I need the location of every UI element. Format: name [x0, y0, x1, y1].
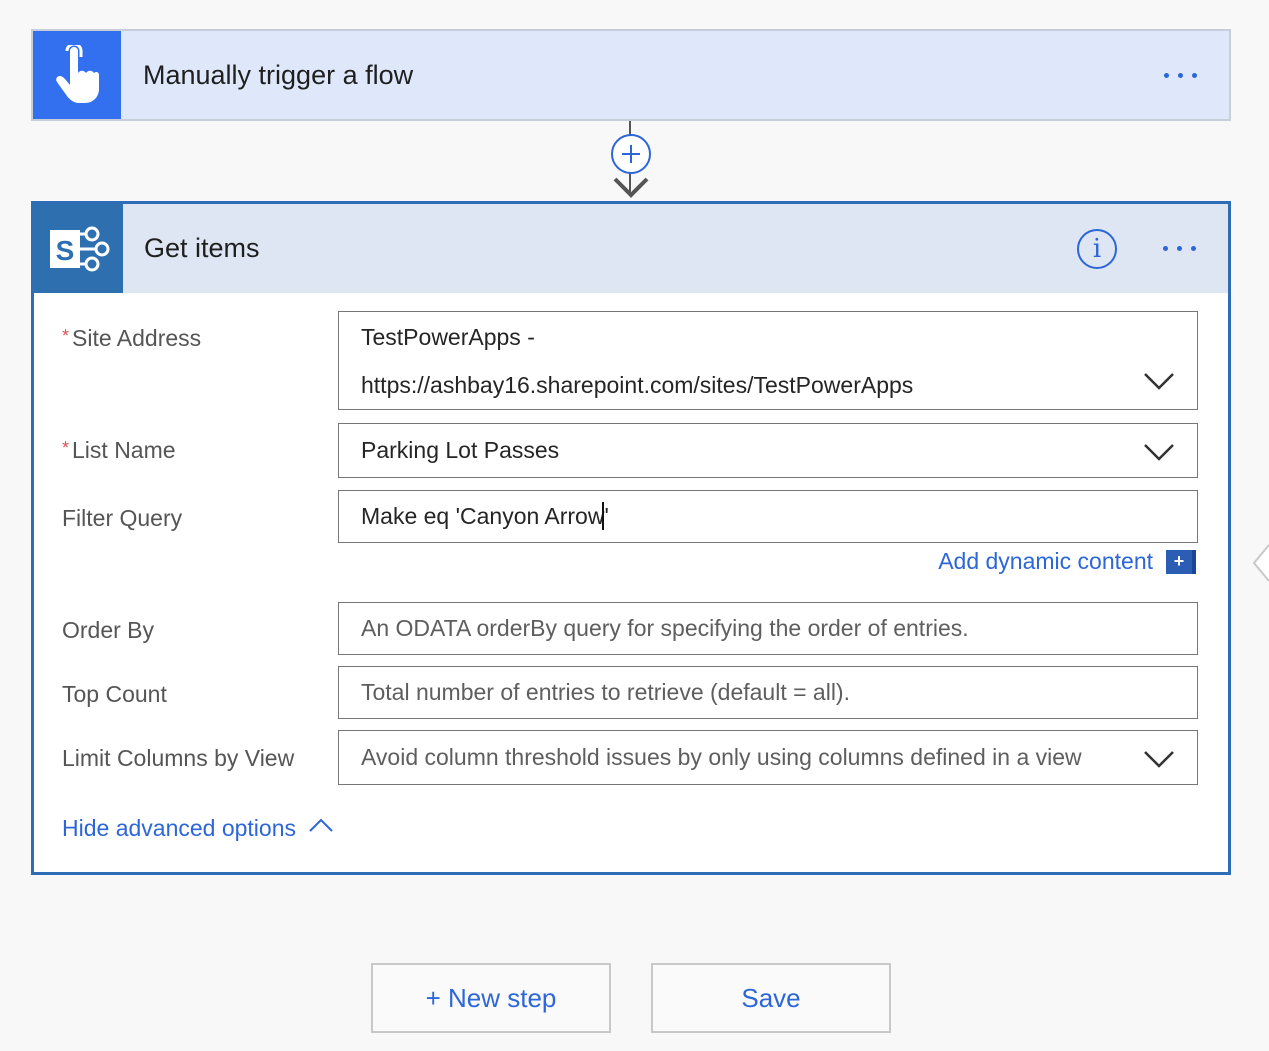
order-by-label: Order By: [62, 617, 155, 643]
site-address-dropdown[interactable]: TestPowerApps - https://ashbay16.sharepo…: [338, 311, 1198, 410]
site-address-value-line2: https://ashbay16.sharepoint.com/sites/Te…: [361, 372, 914, 398]
side-panel-toggle-icon[interactable]: [1252, 543, 1269, 583]
hide-advanced-options-label: Hide advanced options: [62, 815, 296, 841]
top-count-placeholder: Total number of entries to retrieve (def…: [361, 679, 850, 705]
order-by-placeholder: An ODATA orderBy query for specifying th…: [361, 615, 969, 641]
limit-columns-label: Limit Columns by View: [62, 745, 295, 771]
chevron-up-icon: [309, 818, 333, 832]
list-name-dropdown[interactable]: Parking Lot Passes: [338, 423, 1198, 478]
top-count-input[interactable]: Total number of entries to retrieve (def…: [338, 666, 1198, 719]
add-dynamic-content-link[interactable]: Add dynamic content +: [938, 548, 1196, 575]
trigger-title: Manually trigger a flow: [143, 59, 414, 90]
site-address-value-line1: TestPowerApps -: [361, 324, 535, 350]
get-items-card[interactable]: S Get items i * Site Address TestPowerApp…: [31, 201, 1231, 875]
site-address-label: * Site Address: [62, 325, 202, 351]
add-dynamic-content-label: Add dynamic content: [938, 548, 1153, 574]
new-step-button[interactable]: + New step: [371, 963, 611, 1033]
list-name-label: * List Name: [62, 437, 176, 463]
chevron-down-icon[interactable]: [1143, 443, 1175, 461]
touch-hand-icon: [33, 31, 121, 119]
action-header[interactable]: S Get items i: [34, 204, 1228, 293]
insert-step-button[interactable]: [611, 134, 651, 174]
filter-query-value: Make eq 'Canyon Arrow: [361, 503, 605, 529]
hide-advanced-options-link[interactable]: Hide advanced options: [62, 815, 334, 842]
action-more-options-icon[interactable]: [1157, 240, 1202, 257]
trigger-more-options-icon[interactable]: [1158, 67, 1203, 84]
limit-columns-placeholder: Avoid column threshold issues by only us…: [361, 744, 1082, 770]
order-by-input[interactable]: An ODATA orderBy query for specifying th…: [338, 602, 1198, 655]
limit-columns-dropdown[interactable]: Avoid column threshold issues by only us…: [338, 730, 1198, 785]
save-button[interactable]: Save: [651, 963, 891, 1033]
sharepoint-icon: S: [34, 204, 123, 293]
filter-query-input[interactable]: Make eq 'Canyon Arrow': [338, 490, 1198, 543]
chevron-down-icon[interactable]: [1143, 372, 1175, 390]
filter-query-label: Filter Query: [62, 505, 183, 531]
list-name-value: Parking Lot Passes: [361, 437, 560, 463]
trigger-card[interactable]: Manually trigger a flow: [31, 29, 1231, 121]
action-title: Get items: [144, 233, 260, 263]
info-icon[interactable]: i: [1077, 228, 1117, 269]
filter-query-value-tail: ': [604, 503, 609, 529]
chevron-down-icon[interactable]: [1143, 750, 1175, 768]
arrow-down-icon: [613, 177, 649, 198]
plus-icon: [622, 145, 640, 163]
svg-text:S: S: [55, 235, 74, 266]
top-count-label: Top Count: [62, 681, 167, 707]
add-dynamic-content-plus-icon[interactable]: +: [1166, 549, 1196, 574]
